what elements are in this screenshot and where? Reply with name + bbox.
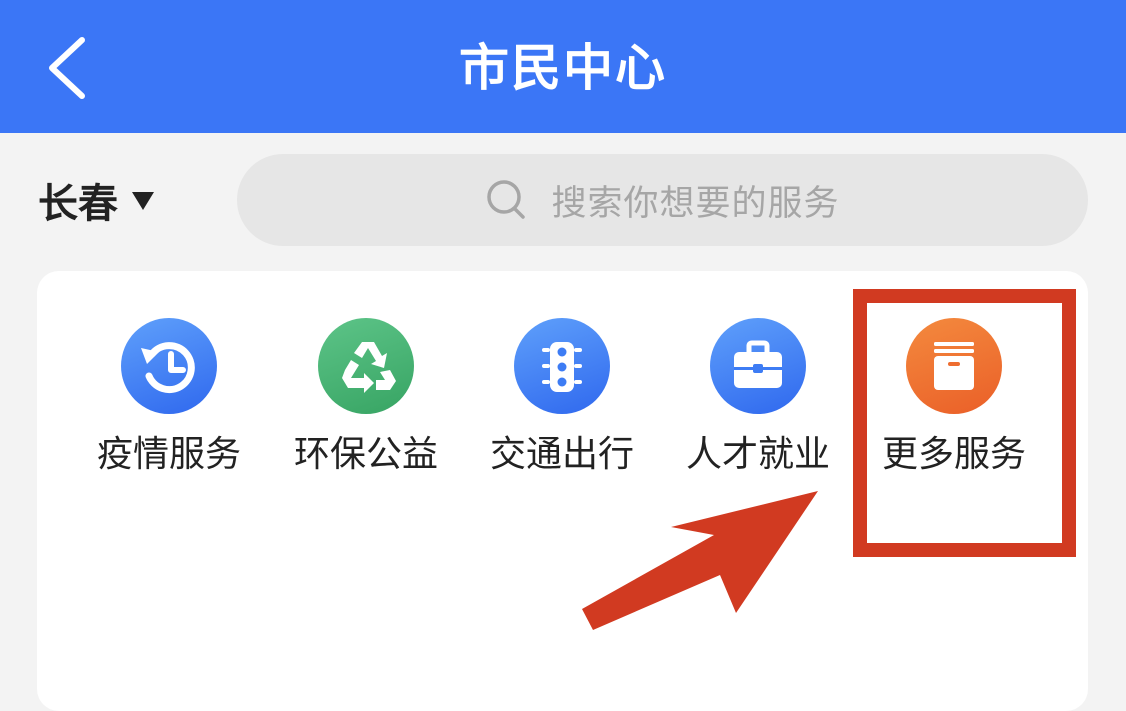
archive-box-icon bbox=[906, 318, 1002, 414]
service-label: 人才就业 bbox=[685, 434, 830, 475]
chevron-left-icon bbox=[49, 37, 85, 99]
service-label: 环保公益 bbox=[293, 434, 438, 475]
page-title: 市民中心 bbox=[459, 39, 667, 97]
service-label: 疫情服务 bbox=[96, 434, 241, 475]
service-more[interactable]: 更多服务 bbox=[864, 318, 1044, 478]
briefcase-icon bbox=[710, 318, 806, 414]
search-bar[interactable]: 搜索你想要的服务 bbox=[237, 154, 1088, 246]
service-employment[interactable]: 人才就业 bbox=[668, 318, 848, 478]
service-transport[interactable]: 交通出行 bbox=[472, 318, 652, 478]
app-header: 市民中心 bbox=[0, 0, 1126, 133]
service-label: 更多服务 bbox=[881, 434, 1026, 475]
service-epidemic[interactable]: 疫情服务 bbox=[79, 318, 259, 478]
service-label: 交通出行 bbox=[489, 434, 634, 475]
service-environment[interactable]: 环保公益 bbox=[276, 318, 456, 478]
recycle-icon bbox=[318, 318, 414, 414]
back-button[interactable] bbox=[30, 22, 110, 112]
history-clock-icon bbox=[121, 318, 217, 414]
search-placeholder: 搜索你想要的服务 bbox=[551, 183, 840, 224]
city-selector[interactable]: 长春 bbox=[38, 170, 154, 230]
city-name: 长春 bbox=[38, 181, 118, 227]
caret-down-icon bbox=[132, 192, 154, 210]
search-icon bbox=[485, 178, 529, 222]
traffic-light-icon bbox=[514, 318, 610, 414]
